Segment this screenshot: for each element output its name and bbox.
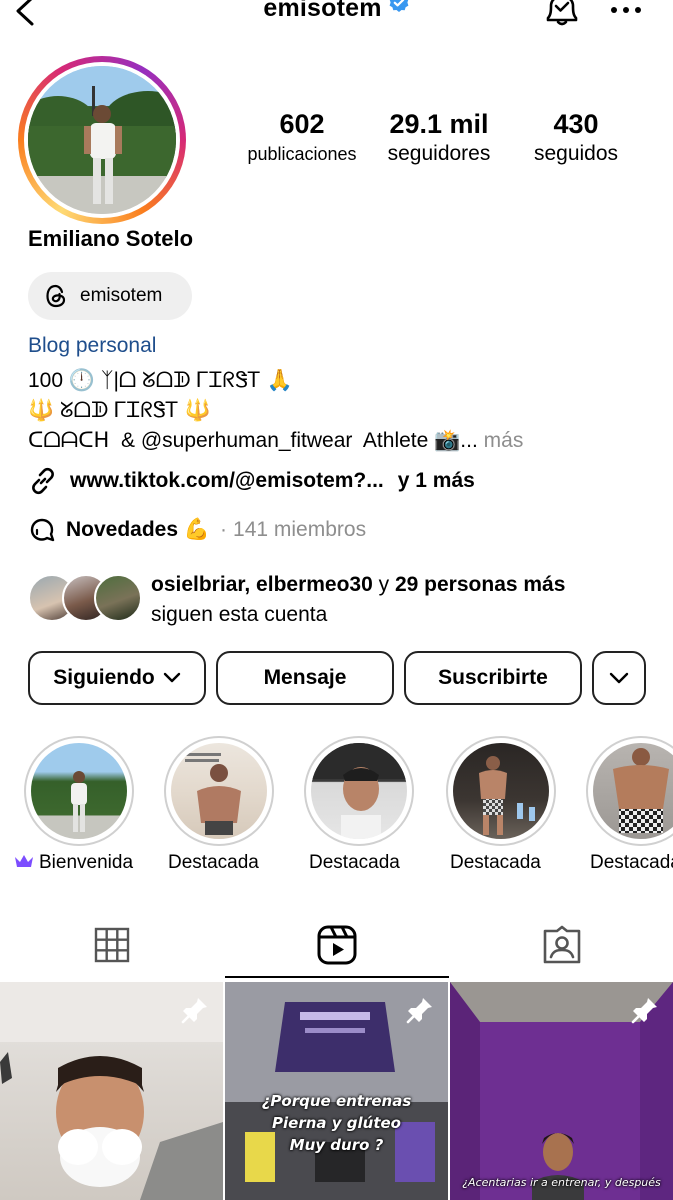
following-label: seguidos <box>533 142 619 165</box>
username-text: emisotem <box>263 0 382 22</box>
mutual-others: 29 personas más <box>394 573 566 596</box>
broadcast-channel-row[interactable]: Novedades 💪 · 141 miembros <box>28 516 366 544</box>
mutual-names: osielbriar, elbermeo30 <box>151 573 373 596</box>
subscribe-label: Suscribirte <box>438 666 548 689</box>
profile-link-extra[interactable]: y 1 más <box>398 469 475 493</box>
threads-icon <box>46 284 66 308</box>
highlight-label: Bienvenida <box>14 852 133 874</box>
bio-more-link[interactable]: más <box>484 429 524 452</box>
story-highlight[interactable] <box>24 736 134 846</box>
reel-tile[interactable] <box>0 982 223 1200</box>
tab-tagged[interactable] <box>450 912 673 978</box>
profile-category: Blog personal <box>28 334 157 357</box>
reel-tile[interactable]: ¿Porque entrenas Pierna y glúteo Muy dur… <box>225 982 448 1200</box>
followers-count: 29.1 mil <box>389 109 489 139</box>
followers-label: seguidores <box>387 142 491 165</box>
bio-line-3: ᑕᗝᗩᑕᕼ & @superhuman_fitwear Athlete 📸... <box>28 429 478 452</box>
reels-icon <box>317 925 357 965</box>
story-highlight[interactable] <box>164 736 274 846</box>
top-bar: emisotem <box>0 0 673 26</box>
highlight-label: Destacada <box>168 852 259 873</box>
subscribe-button[interactable]: Suscribirte <box>404 651 582 705</box>
tagged-person-icon <box>543 925 581 964</box>
mutual-line-2: siguen esta cuenta <box>151 603 328 626</box>
mutual-follower-avatar <box>94 574 142 622</box>
channel-separator: · <box>220 518 228 541</box>
bio-line-1: 100 🕛 ᛉ|ᗝ ᘜᗝᗫ ᎱᏆᖇᏕᎢ 🙏 <box>28 369 293 392</box>
reel-caption: ¿Porque entrenas Pierna y glúteo Muy dur… <box>261 1092 412 1154</box>
notifications-bell-button[interactable] <box>542 0 582 28</box>
threads-handle: emisotem <box>80 285 163 306</box>
highlight-label: Destacada <box>590 852 673 873</box>
highlight-label: Destacada <box>450 852 541 873</box>
profile-avatar <box>28 66 176 214</box>
verified-badge-icon <box>388 0 410 21</box>
crown-icon <box>15 855 33 867</box>
message-button[interactable]: Mensaje <box>216 651 394 705</box>
stat-following[interactable]: 430 seguidos <box>520 108 632 168</box>
channel-chat-icon <box>30 518 55 542</box>
profile-link-text[interactable]: www.tiktok.com/@emisotem?... <box>70 469 384 493</box>
link-icon <box>32 467 54 495</box>
following-label: Siguiendo <box>53 666 155 689</box>
highlight-label: Destacada <box>309 852 400 873</box>
avatar-story-ring[interactable] <box>18 56 186 224</box>
following-count: 430 <box>553 109 599 139</box>
posts-label: publicaciones <box>247 144 357 164</box>
tab-posts-grid[interactable] <box>0 912 224 978</box>
mutual-followers-text: osielbriar, elbermeo30 y 29 personas más… <box>151 570 565 630</box>
stat-posts[interactable]: 602 publicaciones <box>240 108 364 168</box>
pinned-icon <box>631 998 657 1024</box>
mutual-connector: y <box>378 573 390 596</box>
channel-name: Novedades 💪 <box>66 518 211 541</box>
grid-icon <box>94 927 130 963</box>
tab-reels[interactable] <box>225 912 449 978</box>
profile-tabs <box>0 912 673 980</box>
profile-bio: 100 🕛 ᛉ|ᗝ ᘜᗝᗫ ᎱᏆᖇᏕᎢ 🙏 🔱 ᘜᗝᗫ ᎱᏆᖇᏕᎢ 🔱 ᑕᗝᗩᑕᕼ … <box>28 366 523 456</box>
pinned-icon <box>406 998 432 1024</box>
reel-tile[interactable]: ¿Acentarias ir a entrenar, y después <box>450 982 673 1200</box>
more-dots-icon <box>611 7 641 13</box>
threads-badge-button[interactable]: emisotem <box>28 272 192 320</box>
message-label: Mensaje <box>263 666 347 689</box>
story-highlight[interactable] <box>304 736 414 846</box>
stat-followers[interactable]: 29.1 mil seguidores <box>374 108 504 168</box>
following-button[interactable]: Siguiendo <box>28 651 206 705</box>
story-highlight[interactable] <box>446 736 556 846</box>
story-highlight[interactable] <box>586 736 673 846</box>
channel-members: 141 miembros <box>233 518 367 541</box>
posts-count: 602 <box>279 109 325 139</box>
profile-full-name: Emiliano Sotelo <box>28 226 194 251</box>
bell-check-icon <box>546 0 578 26</box>
active-tab-indicator <box>225 976 449 978</box>
profile-link-row[interactable]: www.tiktok.com/@emisotem?... y 1 más <box>28 466 475 496</box>
more-options-button[interactable] <box>608 0 644 26</box>
reel-caption: ¿Acentarias ir a entrenar, y después <box>462 1176 661 1189</box>
chevron-down-icon <box>609 672 629 684</box>
pinned-icon <box>181 998 207 1024</box>
bio-line-2: 🔱 ᘜᗝᗫ ᎱᏆᖇᏕᎢ 🔱 <box>28 399 211 422</box>
chevron-down-icon <box>163 672 180 683</box>
suggested-accounts-button[interactable] <box>592 651 646 705</box>
